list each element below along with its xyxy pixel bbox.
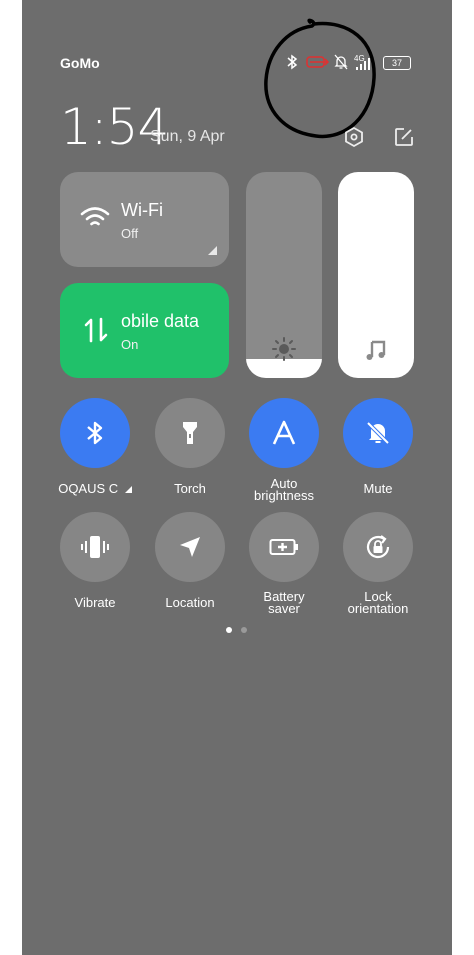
mute-toggle[interactable] <box>343 398 413 468</box>
clock-date: Sun, 9 Apr <box>150 128 225 145</box>
expand-corner-icon[interactable] <box>124 486 132 493</box>
bluetooth-toggle[interactable] <box>60 398 130 468</box>
wifi-title: Wi-Fi <box>121 200 163 220</box>
brightness-slider[interactable] <box>246 172 322 378</box>
page-dot[interactable] <box>241 627 247 633</box>
mute-toggle-label: Mute <box>363 481 393 496</box>
torch-toggle-label: Torch <box>174 481 206 496</box>
battery-saver-toggle-label: Battery saver <box>263 589 305 616</box>
rotation-lock-toggle-label: Lock orientation <box>347 589 409 616</box>
clock-time: 1:54 <box>60 98 169 156</box>
wifi-status: Off <box>121 226 139 241</box>
mobile-data-title: obile data <box>121 311 200 331</box>
edit-icon[interactable] <box>393 126 415 148</box>
mobile-data-tile[interactable]: obile data On <box>60 283 229 378</box>
battery-saver-icon <box>269 539 298 555</box>
mobile-data-icon <box>84 317 108 343</box>
page-dot[interactable] <box>226 627 232 633</box>
auto-brightness-toggle-label: Auto brightness <box>254 476 314 503</box>
carrier-name: GoMo <box>60 55 100 71</box>
location-toggle-label: Location <box>165 595 215 610</box>
auto-brightness-icon <box>272 420 296 445</box>
mute-icon <box>366 421 390 445</box>
vibrate-toggle-label: Vibrate <box>74 595 116 610</box>
bluetooth-toggle-label: OQAUS C <box>45 481 145 496</box>
bluetooth-icon <box>87 421 103 445</box>
torch-icon <box>183 422 197 444</box>
location-icon <box>180 537 200 557</box>
vibrate-toggle[interactable] <box>60 512 130 582</box>
rotation-lock-toggle[interactable] <box>343 512 413 582</box>
battery-icon: 37 <box>383 56 411 70</box>
torch-toggle[interactable] <box>155 398 225 468</box>
mobile-data-status: On <box>121 337 139 352</box>
location-toggle[interactable] <box>155 512 225 582</box>
music-note-icon <box>366 340 386 360</box>
bluetooth-label-text: OQAUS C <box>58 481 119 496</box>
wifi-icon <box>80 207 110 226</box>
settings-icon[interactable] <box>343 126 365 148</box>
battery-saver-toggle[interactable] <box>249 512 319 582</box>
rotation-lock-icon <box>366 535 390 559</box>
vibrate-icon <box>81 536 109 558</box>
wifi-tile[interactable]: Wi-Fi Off <box>60 172 229 267</box>
battery-level: 37 <box>391 58 402 68</box>
volume-slider[interactable] <box>338 172 414 378</box>
brightness-slider-fill <box>246 359 322 378</box>
brightness-icon <box>272 337 296 361</box>
auto-brightness-toggle[interactable] <box>249 398 319 468</box>
expand-corner-icon[interactable] <box>208 246 217 255</box>
